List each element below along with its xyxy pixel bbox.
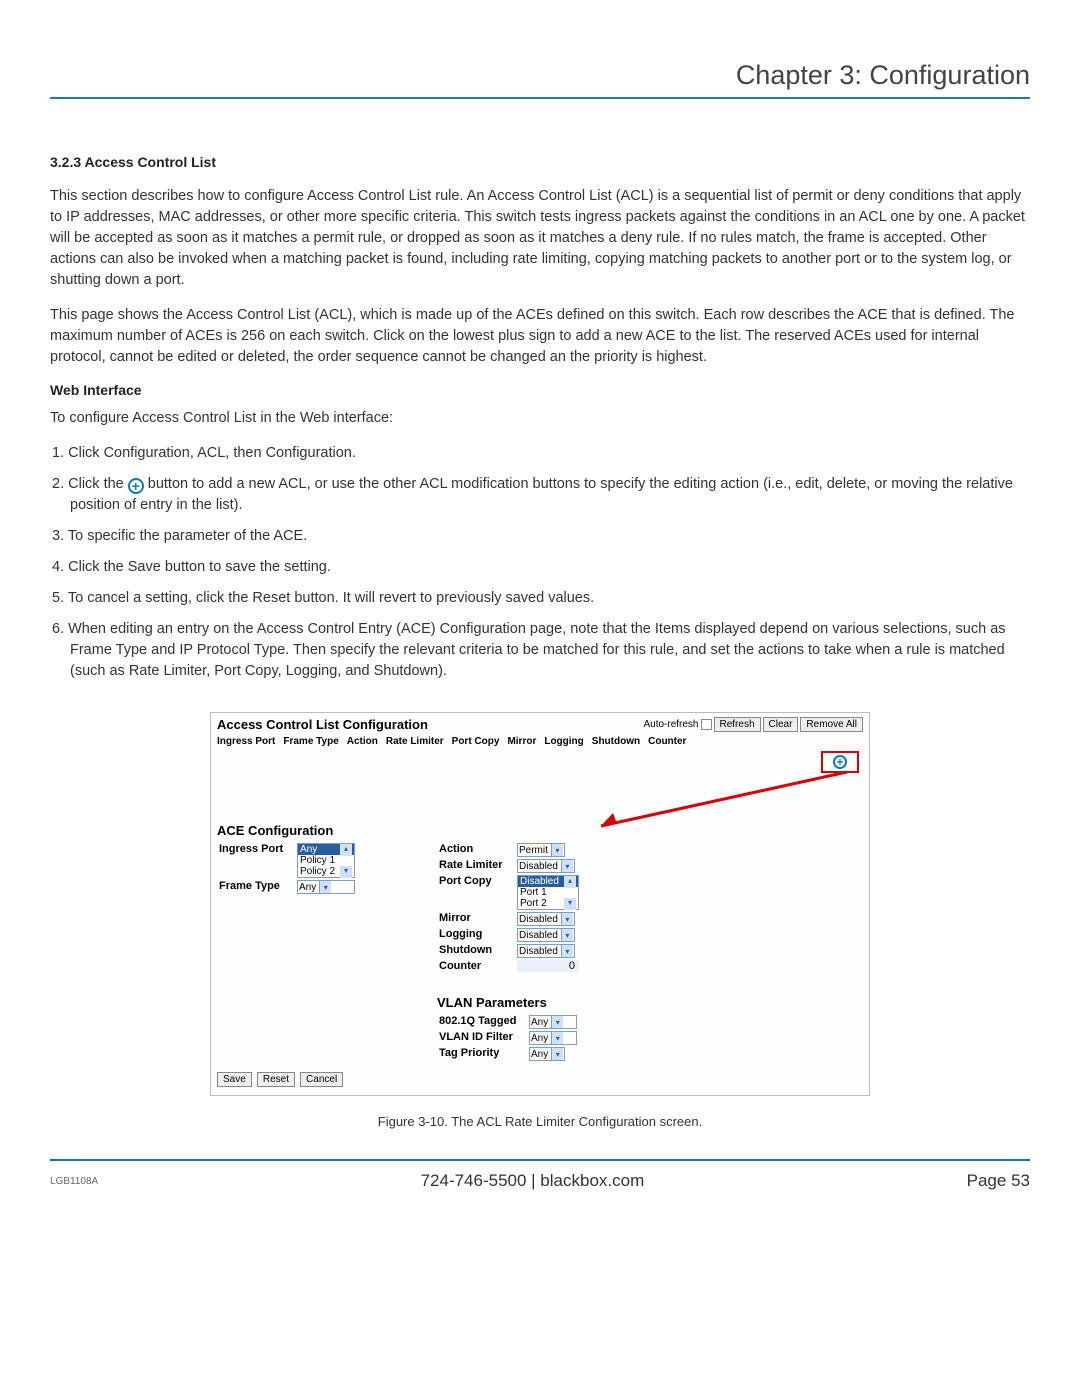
- vlan-title: VLAN Parameters: [437, 991, 581, 1014]
- cancel-button[interactable]: Cancel: [300, 1072, 343, 1087]
- remove-all-button[interactable]: Remove All: [800, 717, 863, 732]
- footer-page: Page 53: [967, 1171, 1030, 1191]
- footer-center: 724-746-5500 | blackbox.com: [421, 1171, 645, 1191]
- step-2: 2. Click the + button to add a new ACL, …: [52, 474, 1030, 516]
- chevron-down-icon: ▾: [561, 929, 573, 941]
- shutdown-value: Disabled: [519, 946, 558, 957]
- chevron-down-icon: ▾: [319, 881, 331, 893]
- plus-icon: +: [128, 478, 144, 494]
- logging-select[interactable]: Disabled▾: [517, 928, 575, 942]
- vid-value: Any: [531, 1033, 548, 1044]
- tagged-label: 802.1Q Tagged: [437, 1014, 527, 1030]
- figure-caption: Figure 3-10. The ACL Rate Limiter Config…: [50, 1114, 1030, 1129]
- frame-type-select[interactable]: Any▾: [297, 880, 355, 894]
- auto-refresh-label: Auto-refresh: [643, 719, 698, 730]
- shutdown-label: Shutdown: [437, 943, 515, 959]
- step-5: 5. To cancel a setting, click the Reset …: [52, 588, 1030, 609]
- frame-type-label: Frame Type: [217, 879, 295, 895]
- step-3: 3. To specific the parameter of the ACE.: [52, 526, 1030, 547]
- tagged-value: Any: [531, 1017, 548, 1028]
- ingress-port-label: Ingress Port: [217, 842, 295, 879]
- ss-title: Access Control List Configuration: [217, 717, 428, 732]
- mirror-label: Mirror: [437, 911, 515, 927]
- col-shutdown: Shutdown: [592, 736, 640, 747]
- action-value: Permit: [519, 845, 548, 856]
- logging-label: Logging: [437, 927, 515, 943]
- ingress-opt2[interactable]: Policy 2: [300, 866, 335, 877]
- chevron-down-icon: ▾: [561, 860, 573, 872]
- step-2b-text: button to add a new ACL, or use the othe…: [70, 476, 1013, 513]
- acl-table-header: Ingress Port Frame Type Action Rate Limi…: [211, 734, 869, 749]
- step-1: 1. Click Configuration, ACL, then Config…: [52, 443, 1030, 464]
- tag-value: Any: [531, 1049, 548, 1060]
- col-counter: Counter: [648, 736, 686, 747]
- clear-button[interactable]: Clear: [763, 717, 799, 732]
- action-select[interactable]: Permit▾: [517, 843, 565, 857]
- chevron-up-icon: ▴: [564, 876, 576, 888]
- col-rate: Rate Limiter: [386, 736, 444, 747]
- steps-list: 1. Click Configuration, ACL, then Config…: [50, 443, 1030, 682]
- screenshot-container: Access Control List Configuration Auto-r…: [50, 712, 1030, 1096]
- step-6: 6. When editing an entry on the Access C…: [52, 619, 1030, 682]
- paragraph-2: This page shows the Access Control List …: [50, 305, 1030, 368]
- action-label: Action: [437, 842, 515, 858]
- vid-select[interactable]: Any▾: [529, 1031, 577, 1045]
- col-action: Action: [347, 736, 378, 747]
- intro-line: To configure Access Control List in the …: [50, 408, 1030, 429]
- portcopy-listbox[interactable]: Disabled ▴ Port 1 Port 2 ▾: [517, 875, 579, 910]
- chevron-down-icon: ▾: [551, 1032, 563, 1044]
- ace-left-panel: Ingress Port Any ▴ Policy 1 Policy 2 ▾ Fra…: [217, 842, 427, 1062]
- vid-label: VLAN ID Filter: [437, 1030, 527, 1046]
- portcopy-opt1[interactable]: Port 1: [518, 887, 578, 898]
- col-portcopy: Port Copy: [452, 736, 500, 747]
- portcopy-sel: Disabled: [520, 876, 559, 887]
- rate-select[interactable]: Disabled▾: [517, 859, 575, 873]
- add-ace-icon[interactable]: +: [833, 755, 847, 769]
- tag-select[interactable]: Any▾: [529, 1047, 565, 1061]
- col-frame: Frame Type: [283, 736, 338, 747]
- auto-refresh-checkbox[interactable]: [701, 719, 712, 730]
- counter-value: 0: [517, 960, 579, 972]
- chevron-down-icon: ▾: [561, 945, 573, 957]
- refresh-button[interactable]: Refresh: [714, 717, 761, 732]
- chevron-down-icon: ▾: [564, 898, 576, 910]
- portcopy-label: Port Copy: [437, 874, 515, 911]
- mirror-select[interactable]: Disabled▾: [517, 912, 575, 926]
- logging-value: Disabled: [519, 930, 558, 941]
- section-heading: 3.2.3 Access Control List: [50, 154, 1030, 170]
- chevron-down-icon: ▾: [551, 1016, 563, 1028]
- col-logging: Logging: [544, 736, 583, 747]
- tagged-select[interactable]: Any▾: [529, 1015, 577, 1029]
- ingress-opt1[interactable]: Policy 1: [298, 855, 354, 866]
- web-interface-heading: Web Interface: [50, 382, 1030, 398]
- page-footer: LGB1108A 724-746-5500 | blackbox.com Pag…: [50, 1159, 1030, 1191]
- chapter-title: Chapter 3: Configuration: [50, 60, 1030, 99]
- step-2a-text: 2. Click the: [52, 476, 128, 492]
- ingress-sel: Any: [300, 844, 317, 855]
- chevron-down-icon: ▾: [551, 844, 563, 856]
- chevron-up-icon: ▴: [340, 844, 352, 856]
- portcopy-opt2[interactable]: Port 2: [520, 898, 547, 909]
- rate-value: Disabled: [519, 861, 558, 872]
- ingress-port-listbox[interactable]: Any ▴ Policy 1 Policy 2 ▾: [297, 843, 355, 878]
- mirror-value: Disabled: [519, 914, 558, 925]
- tag-label: Tag Priority: [437, 1046, 527, 1062]
- frame-type-value: Any: [299, 882, 316, 893]
- chevron-down-icon: ▾: [561, 913, 573, 925]
- callout-arrow: [591, 768, 849, 828]
- save-button[interactable]: Save: [217, 1072, 252, 1087]
- rate-label: Rate Limiter: [437, 858, 515, 874]
- counter-label: Counter: [437, 959, 515, 973]
- footer-model: LGB1108A: [50, 1176, 98, 1187]
- acl-screenshot: Access Control List Configuration Auto-r…: [210, 712, 870, 1096]
- col-ingress: Ingress Port: [217, 736, 275, 747]
- chevron-down-icon: ▾: [340, 866, 352, 878]
- reset-button[interactable]: Reset: [257, 1072, 295, 1087]
- chevron-down-icon: ▾: [551, 1048, 563, 1060]
- step-4: 4. Click the Save button to save the set…: [52, 557, 1030, 578]
- paragraph-1: This section describes how to configure …: [50, 186, 1030, 291]
- col-mirror: Mirror: [507, 736, 536, 747]
- shutdown-select[interactable]: Disabled▾: [517, 944, 575, 958]
- ace-right-panel: Action Permit▾ Rate Limiter Disabled▾ Po…: [437, 842, 581, 1062]
